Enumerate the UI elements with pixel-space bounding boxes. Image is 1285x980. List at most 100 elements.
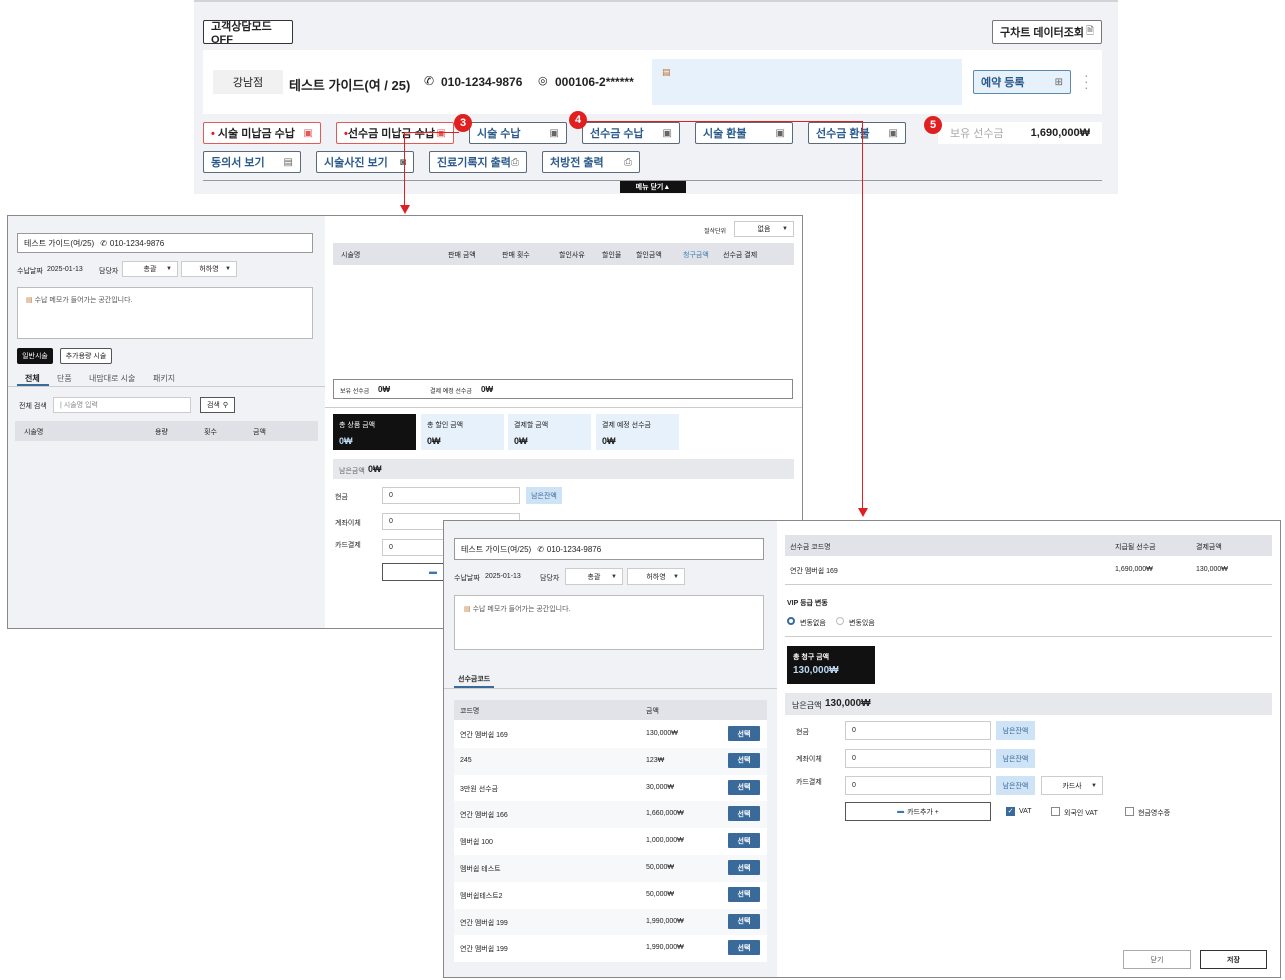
menu-close-button[interactable]: 메뉴 닫기▲	[620, 181, 686, 193]
consult-mode-button[interactable]: 고객상담모드 OFF	[203, 20, 293, 46]
panel-a-card-label: 카드결제	[335, 542, 361, 549]
foreign-vat-checkbox[interactable]	[1051, 807, 1060, 816]
th-name: 시술명	[341, 252, 361, 259]
panel-a-remain-value: 0₩	[368, 464, 382, 474]
code-select-button[interactable]: 선택	[728, 833, 760, 849]
reserve-button[interactable]: 예약 등록 ⊞	[973, 70, 1071, 94]
panel-b-card-remain-button[interactable]: 남은잔액	[996, 776, 1035, 795]
action-prepaid-refund[interactable]: 선수금 환불 ▣	[808, 122, 906, 144]
card-company-select[interactable]: 카드사	[1041, 776, 1103, 795]
code-table-header	[454, 700, 767, 720]
prepaid-info-bar	[333, 379, 793, 399]
panel-b-patient-field: 테스트 가이드(여/25) ✆ 010-1234-9876	[454, 538, 764, 560]
prescription-print-button[interactable]: 처방전 출력 ⎙	[542, 151, 640, 173]
tab-general-treatment[interactable]: 일반시술	[17, 348, 53, 364]
code-name-cell: 3만원 선수금	[460, 785, 499, 793]
action-treatment-refund[interactable]: 시술 환불 ▣	[695, 122, 793, 144]
action-treatment-pay[interactable]: 시술 수납 ▣	[469, 122, 567, 144]
code-select-button[interactable]: 선택	[728, 886, 760, 902]
code-name-cell: 연간 멤버쉽 199	[460, 946, 508, 954]
panel-b-staff-select[interactable]: 허하영	[627, 568, 685, 585]
photo-view-button[interactable]: 시술사진 보기 ◙	[316, 151, 414, 173]
action-treatment-unpaid[interactable]: • 시술 미납금 수납 ▣	[203, 122, 321, 144]
foreign-vat-label: 외국인 VAT	[1064, 810, 1098, 817]
panel-b-manager-select[interactable]: 총괄	[565, 568, 623, 585]
vip-radio-none[interactable]	[787, 617, 795, 625]
memo-icon: ▤	[26, 297, 35, 304]
tab-extra-treatment[interactable]: 추가용량 시술	[60, 348, 112, 364]
record-print-button[interactable]: 진료기록지 출력 ⎙	[429, 151, 527, 173]
table-row	[454, 747, 767, 775]
treatment-search-input[interactable]: | 시술명 입력	[53, 397, 191, 413]
code-select-button[interactable]: 선택	[728, 940, 760, 956]
panel-a-staff-select[interactable]: 허하영	[181, 261, 237, 277]
card-total-billing: 총 청구 금액 130,000₩	[787, 646, 875, 684]
consent-view-button[interactable]: 동의서 보기 ▤	[203, 151, 301, 173]
panel-a-patient-field: 테스트 가이드(여/25) ✆ 010-1234-9876	[17, 233, 313, 253]
memo-box[interactable]: ▤	[652, 59, 962, 105]
subtab-package[interactable]: 패키지	[153, 373, 175, 384]
col-amount: 금액	[253, 429, 266, 436]
wallet-icon: ▣	[303, 127, 313, 139]
code-name-cell: 연간 멤버쉽 199	[460, 919, 508, 927]
panel-b-remain-value: 130,000₩	[825, 698, 871, 709]
subtab-custom[interactable]: 내맘대로 시술	[89, 373, 135, 384]
code-name-cell: 연간 멤버쉽 169	[460, 732, 508, 739]
code-amount-cell: 123₩	[646, 756, 665, 764]
panel-b-transfer-remain-button[interactable]: 남은잔액	[996, 749, 1035, 768]
phone-icon: ✆	[424, 74, 435, 88]
old-chart-button[interactable]: 구차트 데이터조회 🗎	[992, 20, 1102, 44]
panel-b-memo[interactable]: ▤ 수납 메모가 들어가는 공간입니다.	[454, 595, 764, 650]
subtab-all[interactable]: 전체	[25, 373, 40, 384]
camera-icon: ◙	[399, 156, 406, 168]
tab-prepaid-code[interactable]: 선수금코드	[458, 674, 490, 684]
th-sale-count: 판매 횟수	[502, 252, 530, 259]
panel-a-memo[interactable]: ▤ 수납 메모가 들어가는 공간입니다.	[17, 287, 313, 339]
panel-b-manager-label: 담당자	[540, 575, 560, 582]
card-prepaid-plan: 결제 예정 선수금 0₩	[596, 414, 679, 450]
code-amount-cell: 50,000₩	[646, 864, 675, 871]
save-button[interactable]: 저장	[1200, 950, 1267, 969]
panel-a-divider	[325, 407, 802, 408]
document-icon: 🗎	[1085, 25, 1094, 37]
cash-receipt-checkbox[interactable]	[1125, 807, 1134, 816]
code-select-button[interactable]: 선택	[728, 726, 760, 741]
vip-radio-change[interactable]	[836, 617, 844, 625]
unit-select[interactable]: 없음	[734, 221, 794, 237]
panel-a-cash-input[interactable]: 0	[382, 487, 520, 504]
search-button[interactable]: 검색 ⚲	[200, 397, 235, 413]
code-name-cell: 멤버쉽 100	[460, 839, 493, 847]
action-prepaid-unpaid[interactable]: •선수금 미납금 수납 ▣	[336, 122, 454, 144]
code-amount-cell: 50,000₩	[646, 890, 675, 898]
subtab-single[interactable]: 단품	[57, 373, 72, 384]
card-add-button[interactable]: ▬ 카드추가 +	[845, 802, 991, 821]
search-icon: ⚲	[222, 402, 229, 409]
code-name-cell: 245	[460, 756, 472, 764]
more-icon[interactable]: · · ·	[1084, 68, 1089, 94]
code-select-button[interactable]: 선택	[728, 860, 760, 875]
selected-code-pay: 130,000₩	[1196, 566, 1228, 573]
panel-a-cash-remain-button[interactable]: 남은잔액	[526, 487, 562, 504]
panel-a-manager-select[interactable]: 총괄	[122, 261, 178, 277]
panel-b-card-input[interactable]: 0	[845, 776, 991, 795]
panel-b-transfer-label: 계좌이체	[796, 756, 822, 763]
th-discount-reason: 할인사유	[559, 252, 585, 259]
code-select-button[interactable]: 선택	[728, 913, 760, 929]
panel-a-remain-label: 남은금액	[339, 468, 365, 475]
close-button[interactable]: 닫기	[1123, 950, 1191, 969]
col-code-name: 코드명	[460, 708, 480, 715]
annotation-line-3h	[404, 132, 459, 133]
code-amount-cell: 1,990,000₩	[646, 917, 684, 925]
code-select-button[interactable]: 선택	[728, 779, 760, 795]
panel-b-cash-remain-button[interactable]: 남은잔액	[996, 721, 1035, 740]
vat-checkbox[interactable]: ✓	[1006, 807, 1015, 816]
patient-phone: 010-1234-9876	[441, 75, 523, 89]
panel-a-remain-bar	[333, 459, 794, 479]
code-select-button[interactable]: 선택	[728, 806, 760, 822]
panel-b-transfer-input[interactable]: 0	[845, 749, 991, 768]
memo-icon: ▤	[464, 606, 473, 613]
action-prepaid-pay[interactable]: 선수금 수납 ▣	[582, 122, 680, 144]
printer-icon: ⎙	[511, 156, 519, 168]
code-select-button[interactable]: 선택	[728, 752, 760, 768]
panel-b-cash-input[interactable]: 0	[845, 721, 991, 740]
